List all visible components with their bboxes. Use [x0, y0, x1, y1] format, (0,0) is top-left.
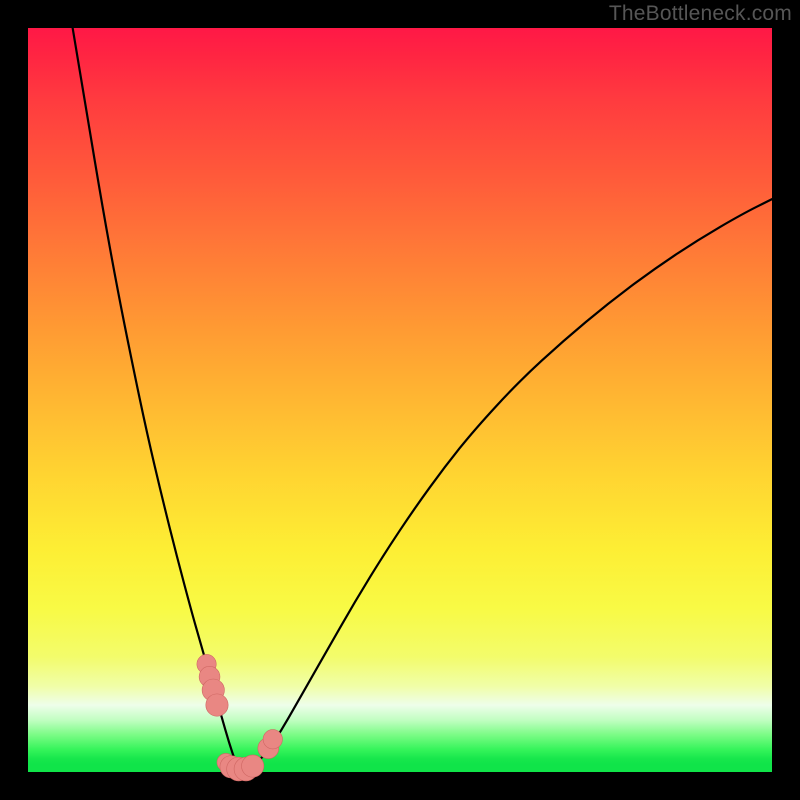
watermark-text: TheBottleneck.com: [609, 2, 792, 26]
data-point-marker: [206, 694, 228, 716]
data-point-marker: [263, 730, 282, 749]
bottleneck-curve: [73, 28, 772, 771]
data-point-markers: [197, 654, 283, 780]
chart-frame: TheBottleneck.com: [0, 0, 800, 800]
plot-area: [28, 28, 772, 772]
chart-svg: [28, 28, 772, 772]
data-point-marker: [242, 755, 264, 777]
